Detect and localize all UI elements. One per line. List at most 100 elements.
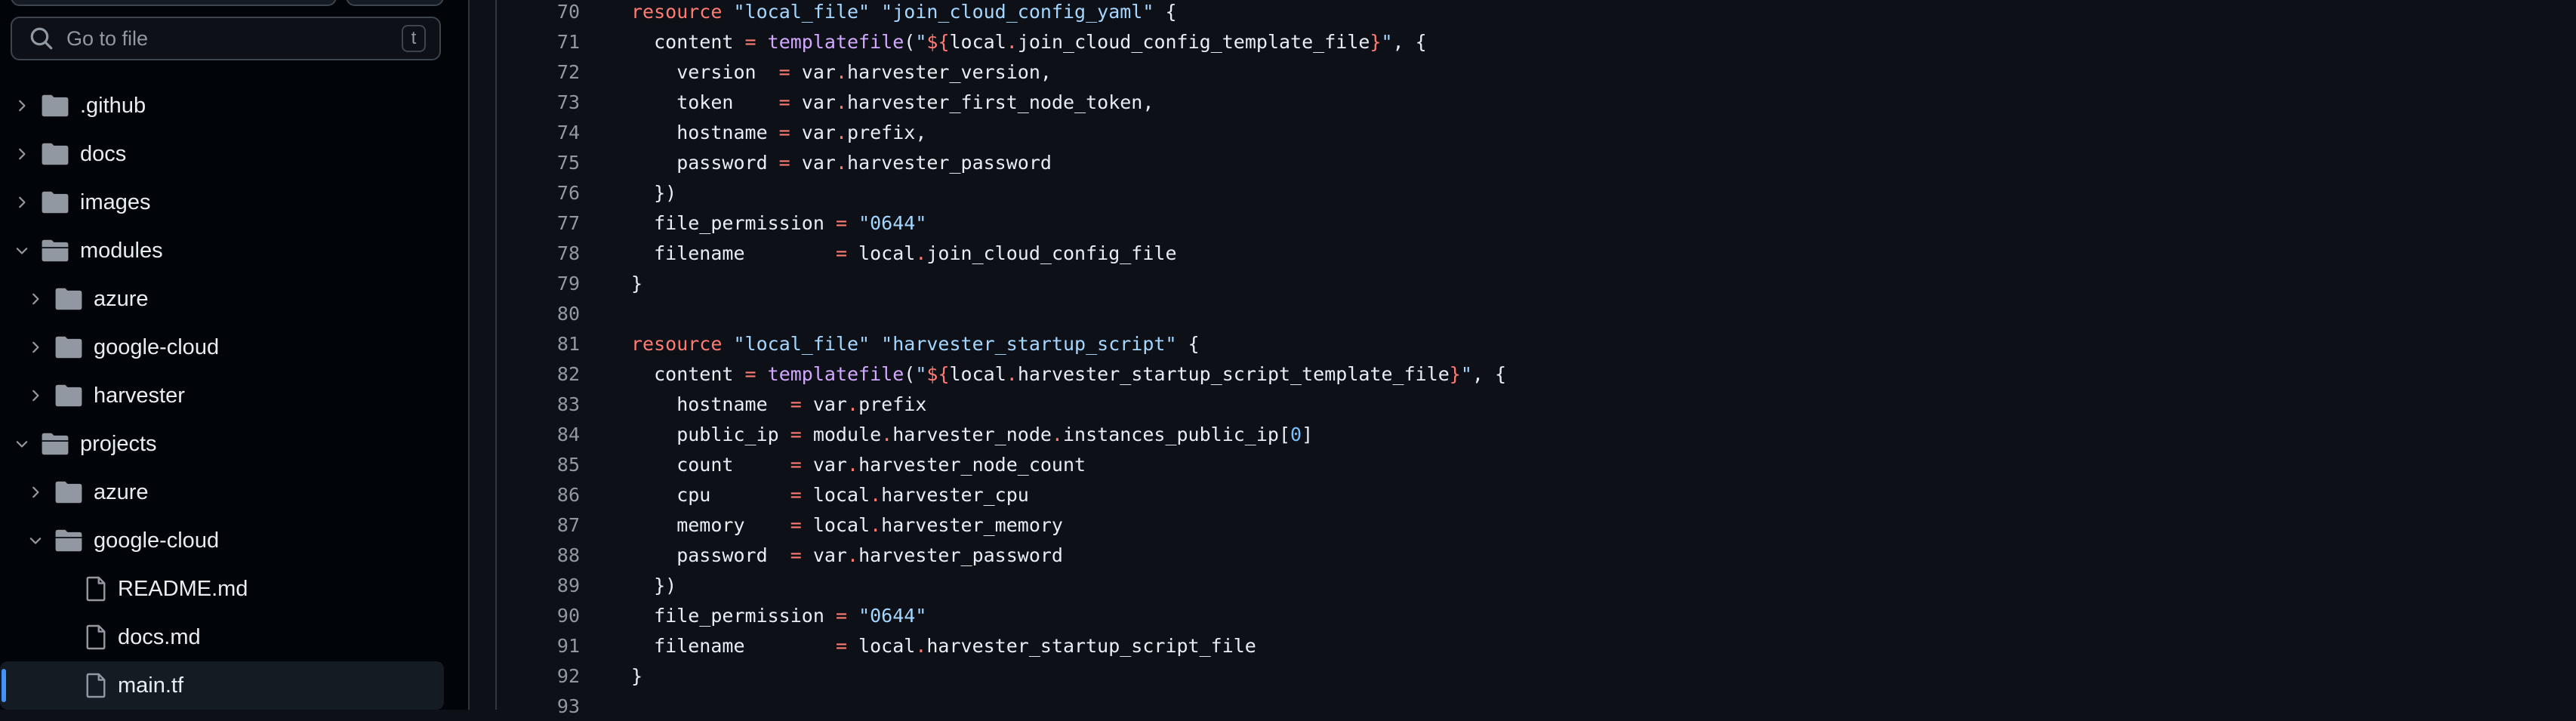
code-token: templatefile [767,30,904,53]
chevron-right-icon[interactable] [14,97,30,114]
code-line: 70 resource "local_file" "join_cloud_conf… [495,0,1177,26]
code-token: } [631,664,643,687]
code-text: hostname = var.prefix [631,393,926,415]
tree-item-harvester[interactable]: harvester [0,371,468,420]
line-number[interactable]: 81 [495,333,631,355]
code-token: templatefile [767,362,904,385]
code-token: = [744,362,756,385]
line-number[interactable]: 83 [495,393,631,415]
chevron-right-icon[interactable] [27,291,44,307]
code-token: . [881,423,893,445]
line-number[interactable]: 77 [495,212,631,234]
line-number[interactable]: 92 [495,665,631,687]
code-token: cpu [631,483,790,506]
chevron-right-icon[interactable] [27,484,44,501]
code-line: 92} [495,661,642,691]
line-number[interactable]: 79 [495,273,631,294]
line-number[interactable]: 82 [495,363,631,385]
line-number[interactable]: 87 [495,514,631,536]
code-line: 91 filename = local.harvester_startup_sc… [495,630,1256,661]
tree-item-label: docs [80,141,127,166]
code-token: = [835,211,847,234]
line-number[interactable]: 86 [495,484,631,506]
file-icon [86,576,106,602]
line-number[interactable]: 70 [495,1,631,23]
go-to-file-search[interactable]: t [11,17,441,60]
code-token: . [835,121,848,143]
code-token: harvester_version, [847,60,1052,83]
line-number[interactable]: 88 [495,544,631,566]
code-token: harvester_memory [881,513,1063,536]
tree-item-modules[interactable]: modules [0,226,468,275]
code-text: password = var.harvester_password [631,544,1063,566]
line-number[interactable]: 84 [495,424,631,445]
branch-selector-button[interactable] [11,0,337,6]
code-token: harvester_startup_script_file [926,634,1256,657]
code-text: cpu = local.harvester_cpu [631,484,1029,506]
tree-item-azure[interactable]: azure [0,275,468,323]
tree-item-docs-md[interactable]: docs.md [0,613,468,661]
line-number[interactable]: 90 [495,605,631,627]
code-line: 78 filename = local.join_cloud_config_fi… [495,238,1177,268]
code-text: } [631,665,642,687]
add-file-button[interactable] [346,0,444,6]
line-number[interactable]: 93 [495,695,631,717]
code-token: " [1381,30,1393,53]
line-number[interactable]: 89 [495,575,631,596]
tree-item-main-tf[interactable]: main.tf [0,661,444,710]
code-token: = [835,604,847,627]
line-number[interactable]: 85 [495,454,631,476]
tree-item-images[interactable]: images [0,178,468,226]
code-text: resource "local_file" "harvester_startup… [631,333,1200,355]
line-number[interactable]: 91 [495,635,631,657]
code-token: var [790,91,836,113]
tree-item-label: google-cloud [94,334,220,359]
code-token: } [1449,362,1461,385]
code-text: resource "local_file" "join_cloud_config… [631,1,1177,23]
chevron-right-icon[interactable] [14,194,30,211]
chevron-right-icon[interactable] [27,339,44,356]
code-token: content [631,362,745,385]
code-token: }) [631,574,677,596]
line-number[interactable]: 73 [495,91,631,113]
code-text: memory = local.harvester_memory [631,514,1063,536]
tree-item-label: azure [94,286,149,311]
code-token: "local_file" [733,0,870,23]
line-number[interactable]: 71 [495,31,631,53]
tree-item-readme-md[interactable]: README.md [0,565,468,613]
line-number[interactable]: 76 [495,182,631,204]
chevron-down-icon[interactable] [14,436,30,452]
search-input[interactable] [65,26,402,51]
code-token: } [631,272,643,294]
code-line: 73 token = var.harvester_first_node_toke… [495,87,1154,117]
tree-item-google-cloud[interactable]: google-cloud [0,516,468,565]
tree-item--github[interactable]: .github [0,82,468,130]
line-number[interactable]: 72 [495,61,631,83]
folder-open-icon [42,239,69,262]
code-text: }) [631,575,676,596]
code-token: instances_public_ip[ [1062,423,1291,445]
line-number[interactable]: 78 [495,242,631,264]
code-line: 72 version = var.harvester_version, [495,57,1052,87]
code-view: 70 resource "local_file" "join_cloud_conf… [495,0,2576,717]
chevron-down-icon[interactable] [14,242,30,259]
tree-item-google-cloud[interactable]: google-cloud [0,323,468,371]
code-token: " [915,30,927,53]
code-token: = [744,30,756,53]
line-number[interactable]: 80 [495,303,631,325]
tree-item-docs[interactable]: docs [0,130,468,178]
tree-item-label: README.md [118,576,248,601]
line-number[interactable]: 75 [495,152,631,174]
chevron-right-icon[interactable] [14,146,30,162]
code-token: = [778,60,790,83]
tree-item-projects[interactable]: projects [0,420,468,468]
code-text: } [631,273,642,294]
tree-item-azure[interactable]: azure [0,468,468,516]
folder-icon [55,288,82,310]
search-icon [30,27,53,50]
code-token: memory [631,513,790,536]
line-number[interactable]: 74 [495,122,631,143]
chevron-right-icon[interactable] [27,387,44,404]
chevron-down-icon[interactable] [27,532,44,549]
